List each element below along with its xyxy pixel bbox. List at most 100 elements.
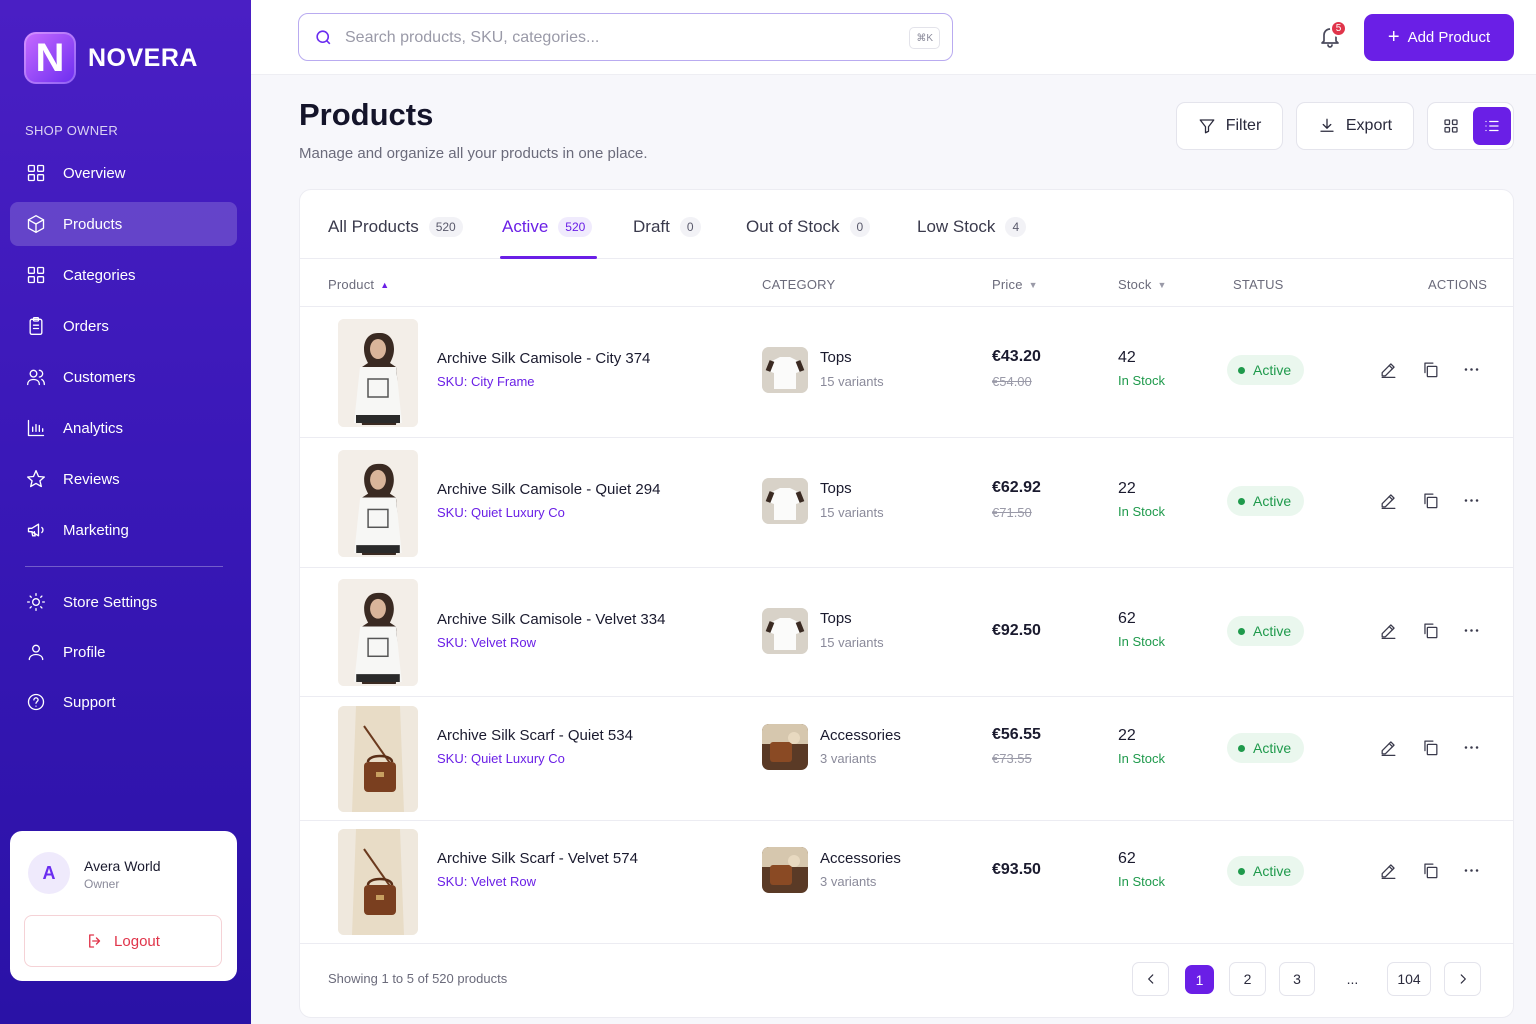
sidebar-item-customers[interactable]: Customers xyxy=(10,355,237,399)
bar-chart-icon xyxy=(25,417,47,439)
column-header-actions: ACTIONS xyxy=(1428,277,1487,292)
product-image[interactable] xyxy=(338,450,418,557)
table-row[interactable]: Archive Silk Camisole - City 374 SKU: Ci… xyxy=(300,307,1513,438)
duplicate-button[interactable] xyxy=(1419,736,1441,758)
sidebar-item-support[interactable]: Support xyxy=(10,680,237,724)
sort-desc-icon: ▼ xyxy=(1028,279,1038,290)
list-view-button[interactable] xyxy=(1473,107,1511,145)
tab-low-stock[interactable]: Low Stock 4 xyxy=(917,217,1027,237)
pencil-icon xyxy=(1381,493,1395,509)
export-button[interactable]: Export xyxy=(1296,102,1414,150)
copy-icon xyxy=(1423,493,1437,508)
column-label: STATUS xyxy=(1233,277,1284,292)
product-sku: SKU: Quiet Luxury Co xyxy=(437,505,565,520)
table-row[interactable]: Archive Silk Camisole - Velvet 334 SKU: … xyxy=(300,568,1513,697)
tab-draft[interactable]: Draft 0 xyxy=(633,217,701,237)
duplicate-button[interactable] xyxy=(1419,619,1441,641)
sidebar-item-label: Analytics xyxy=(63,419,124,437)
chevron-left-icon xyxy=(1147,974,1153,984)
status-badge: Active xyxy=(1227,733,1304,763)
more-options-button[interactable] xyxy=(1460,736,1482,758)
notifications-button[interactable]: 5 xyxy=(1318,20,1347,50)
sidebar-divider xyxy=(25,566,223,567)
sidebar-item-label: Store Settings xyxy=(63,593,158,611)
table-header: Product ▲ CATEGORY Price ▼ Stock ▼ STATUS A… xyxy=(300,259,1513,307)
next-page-button[interactable] xyxy=(1444,962,1481,996)
user-role: Owner xyxy=(84,877,120,891)
sort-asc-icon: ▲ xyxy=(380,279,390,290)
duplicate-button[interactable] xyxy=(1419,358,1441,380)
avatar[interactable]: A xyxy=(28,852,70,894)
product-image[interactable] xyxy=(338,706,418,812)
sidebar-item-categories[interactable]: Categories xyxy=(10,253,237,297)
help-icon xyxy=(25,691,47,713)
page-button-1[interactable]: 1 xyxy=(1185,965,1214,994)
grid-icon xyxy=(1444,119,1458,133)
page-button-104[interactable]: 104 xyxy=(1387,962,1431,996)
sidebar-item-reviews[interactable]: Reviews xyxy=(10,457,237,501)
more-options-button[interactable] xyxy=(1460,619,1482,641)
pencil-icon xyxy=(1381,362,1395,378)
column-label: CATEGORY xyxy=(762,277,836,292)
product-image[interactable] xyxy=(338,829,418,935)
sidebar-item-overview[interactable]: Overview xyxy=(10,151,237,195)
table-row[interactable]: Archive Silk Scarf - Velvet 574 SKU: Vel… xyxy=(300,821,1513,944)
page-button-2[interactable]: 2 xyxy=(1229,962,1266,996)
brand[interactable]: N NOVERA xyxy=(24,32,198,84)
product-name[interactable]: Archive Silk Scarf - Velvet 574 xyxy=(437,850,638,867)
add-product-button[interactable]: + Add Product xyxy=(1364,14,1514,61)
sidebar-item-products[interactable]: Products xyxy=(10,202,237,246)
stock-status-label: In Stock xyxy=(1118,874,1165,889)
export-label: Export xyxy=(1345,117,1393,134)
edit-button[interactable] xyxy=(1377,489,1399,511)
view-toggle xyxy=(1427,102,1514,150)
sidebar-item-profile[interactable]: Profile xyxy=(10,630,237,674)
status-label: Active xyxy=(1253,740,1292,756)
product-name[interactable]: Archive Silk Camisole - City 374 xyxy=(437,350,650,367)
stock-status-label: In Stock xyxy=(1118,504,1165,519)
more-options-button[interactable] xyxy=(1460,358,1482,380)
category-variants: 3 variants xyxy=(820,751,877,766)
more-options-button[interactable] xyxy=(1460,859,1482,881)
product-image[interactable] xyxy=(338,319,418,427)
page-button-3[interactable]: 3 xyxy=(1279,962,1315,996)
more-options-button[interactable] xyxy=(1460,489,1482,511)
edit-button[interactable] xyxy=(1377,736,1399,758)
tab-label: Out of Stock xyxy=(746,217,840,236)
logout-button[interactable]: Logout xyxy=(24,915,222,967)
column-header-stock[interactable]: Stock ▼ xyxy=(1118,277,1167,292)
filter-button[interactable]: Filter xyxy=(1176,102,1283,150)
grid-view-button[interactable] xyxy=(1432,107,1470,145)
product-name[interactable]: Archive Silk Camisole - Quiet 294 xyxy=(437,481,660,498)
search-input[interactable] xyxy=(345,24,885,52)
table-row[interactable]: Archive Silk Camisole - Quiet 294 SKU: Q… xyxy=(300,438,1513,568)
sidebar-item-orders[interactable]: Orders xyxy=(10,304,237,348)
tab-out-of-stock[interactable]: Out of Stock 0 xyxy=(746,217,871,237)
grid-icon xyxy=(25,264,47,286)
stock-count: 62 xyxy=(1118,850,1136,867)
product-image[interactable] xyxy=(338,579,418,686)
product-sku: SKU: Velvet Row xyxy=(437,874,536,889)
duplicate-button[interactable] xyxy=(1419,859,1441,881)
duplicate-button[interactable] xyxy=(1419,489,1441,511)
box-icon xyxy=(25,213,47,235)
sort-desc-icon: ▼ xyxy=(1157,279,1167,290)
tab-active[interactable]: Active 520 xyxy=(502,217,593,237)
tab-all-products[interactable]: All Products 520 xyxy=(328,217,463,237)
sidebar-item-analytics[interactable]: Analytics xyxy=(10,406,237,450)
filter-label: Filter xyxy=(1225,117,1262,134)
edit-button[interactable] xyxy=(1377,619,1399,641)
edit-button[interactable] xyxy=(1377,859,1399,881)
edit-button[interactable] xyxy=(1377,358,1399,380)
product-name[interactable]: Archive Silk Scarf - Quiet 534 xyxy=(437,727,633,744)
prev-page-button[interactable] xyxy=(1132,962,1169,996)
add-product-label: Add Product xyxy=(1407,29,1491,46)
column-header-product[interactable]: Product ▲ xyxy=(328,277,389,292)
column-header-price[interactable]: Price ▼ xyxy=(992,277,1038,292)
sidebar-item-marketing[interactable]: Marketing xyxy=(10,508,237,552)
product-name[interactable]: Archive Silk Camisole - Velvet 334 xyxy=(437,611,665,628)
table-row[interactable]: Archive Silk Scarf - Quiet 534 SKU: Quie… xyxy=(300,697,1513,821)
sidebar: N NOVERA SHOP OWNER Overview Products Ca… xyxy=(0,0,251,1024)
sidebar-item-store-settings[interactable]: Store Settings xyxy=(10,580,237,624)
stock-count: 42 xyxy=(1118,349,1136,366)
